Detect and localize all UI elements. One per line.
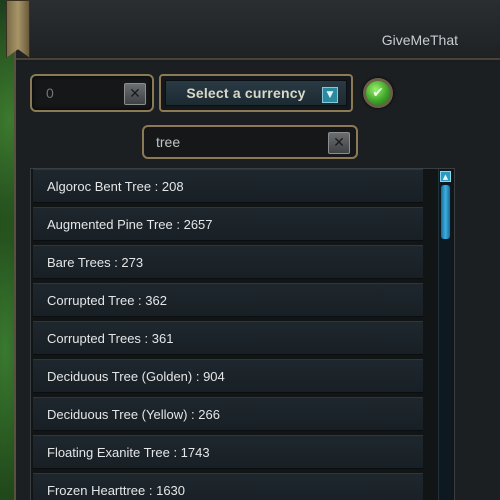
currency-dropdown[interactable]: Select a currency ▼ <box>165 80 347 106</box>
amount-clear-button[interactable]: ✕ <box>124 83 146 105</box>
results-scrollbar[interactable]: ▲ <box>438 169 452 500</box>
banner-flag-icon <box>6 0 30 58</box>
list-item[interactable]: Floating Exanite Tree : 1743 <box>33 435 423 469</box>
close-icon: ✕ <box>129 86 141 102</box>
list-item-label: Algoroc Bent Tree : 208 <box>47 178 184 194</box>
list-item[interactable]: Deciduous Tree (Yellow) : 266 <box>33 397 423 431</box>
search-input[interactable] <box>148 131 318 153</box>
list-item-label: Deciduous Tree (Golden) : 904 <box>47 368 225 384</box>
search-clear-button[interactable]: ✕ <box>328 132 350 154</box>
title-bar[interactable]: GiveMeThat <box>16 0 500 60</box>
close-icon: ✕ <box>333 135 345 151</box>
givemethat-window: GiveMeThat ✕ Select a currency ▼ ✔ ✕ <box>6 0 500 500</box>
currency-dropdown-frame: Select a currency ▼ <box>159 74 353 112</box>
list-item[interactable]: Frozen Hearttree : 1630 <box>33 473 423 500</box>
list-item-label: Augmented Pine Tree : 2657 <box>47 216 213 232</box>
list-item-label: Corrupted Trees : 361 <box>47 330 174 346</box>
list-item-label: Corrupted Tree : 362 <box>47 292 167 308</box>
list-item-label: Deciduous Tree (Yellow) : 266 <box>47 406 220 422</box>
chevron-up-icon: ▲ <box>442 172 449 181</box>
scroll-up-button[interactable]: ▲ <box>440 171 451 182</box>
chevron-down-icon[interactable]: ▼ <box>322 87 338 103</box>
list-item-label: Floating Exanite Tree : 1743 <box>47 444 210 460</box>
list-item-label: Frozen Hearttree : 1630 <box>47 482 186 498</box>
currency-dropdown-label: Select a currency <box>186 85 306 101</box>
amount-input[interactable] <box>36 80 120 106</box>
confirm-button[interactable]: ✔ <box>363 78 393 108</box>
scrollbar-thumb[interactable] <box>441 185 450 239</box>
list-item[interactable]: Algoroc Bent Tree : 208 <box>33 169 423 203</box>
list-item[interactable]: Bare Trees : 273 <box>33 245 423 279</box>
list-item[interactable]: Augmented Pine Tree : 2657 <box>33 207 423 241</box>
window-title: GiveMeThat <box>381 32 458 48</box>
window-body: ✕ Select a currency ▼ ✔ ✕ Algoroc Bent T… <box>16 62 500 500</box>
list-item[interactable]: Corrupted Tree : 362 <box>33 283 423 317</box>
checkmark-icon: ✔ <box>372 85 384 101</box>
search-field-frame: ✕ <box>142 125 358 159</box>
amount-field-frame: ✕ <box>30 74 154 112</box>
results-list: Algoroc Bent Tree : 208 Augmented Pine T… <box>30 168 455 500</box>
list-item-label: Bare Trees : 273 <box>47 254 144 270</box>
list-item[interactable]: Deciduous Tree (Golden) : 904 <box>33 359 423 393</box>
list-item[interactable]: Corrupted Trees : 361 <box>33 321 423 355</box>
